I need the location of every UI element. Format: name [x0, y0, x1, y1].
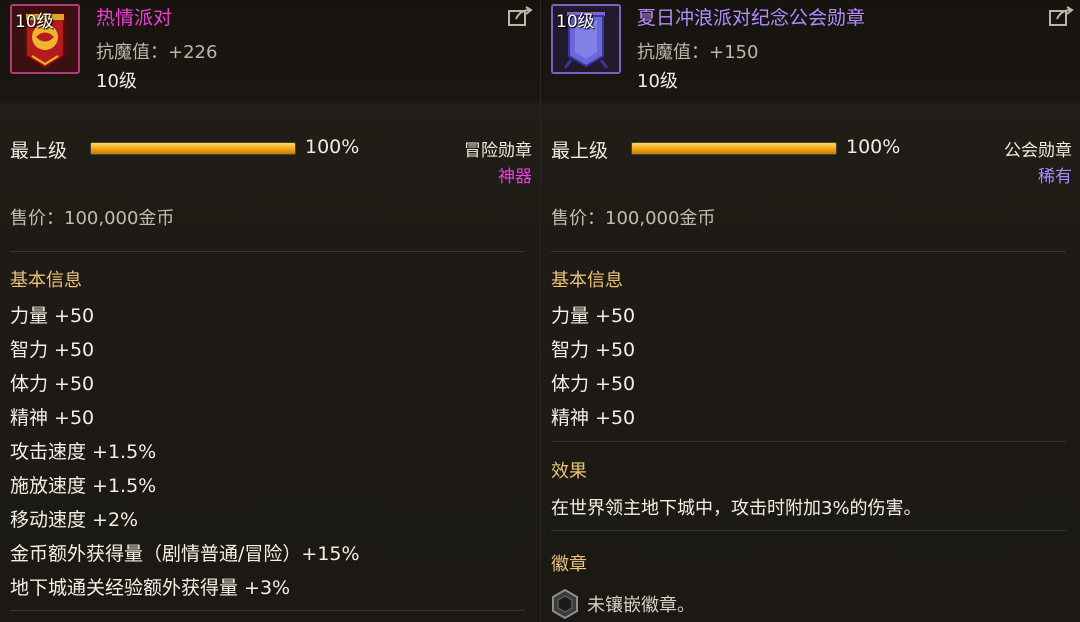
- grade-progress-bar: [90, 142, 296, 155]
- grade-percent: 100%: [305, 136, 360, 158]
- emblem-status: 未镶嵌徽章。: [587, 595, 695, 616]
- divider: [551, 441, 1066, 442]
- stat-list: 力量 +50 智力 +50 体力 +50 精神 +50 攻击速度 +1.5% 施…: [10, 303, 360, 609]
- item-tooltip-right: 10级 夏日冲浪派对纪念公会勋章 抗魔值：+150 10级 最上级 100% 公…: [540, 0, 1080, 622]
- item-name: 夏日冲浪派对纪念公会勋章: [637, 7, 866, 29]
- item-icon[interactable]: 10级: [551, 4, 621, 74]
- section-basic-info: 基本信息: [551, 270, 623, 291]
- divider: [10, 251, 525, 252]
- sell-price: 售价：100,000金币: [10, 208, 175, 229]
- item-rarity: 神器: [498, 167, 532, 187]
- item-rarity: 稀有: [1038, 167, 1072, 187]
- item-name: 热情派对: [96, 7, 173, 29]
- grade-percent: 100%: [846, 136, 901, 158]
- grade-progress-bar: [631, 142, 837, 155]
- item-tooltip-left: 10级 热情派对 抗魔值：+226 10级 最上级 100% 冒险勋章 神器 售…: [0, 0, 540, 622]
- emblem-slot[interactable]: 未镶嵌徽章。: [549, 587, 695, 621]
- sell-price: 售价：100,000金币: [551, 208, 716, 229]
- stat-line: 力量 +50: [10, 305, 95, 327]
- tooltip-header: 10级 热情派对 抗魔值：+226 10级: [0, 0, 540, 103]
- item-level: 10级: [637, 71, 678, 92]
- stat-line: 精神 +50: [10, 407, 95, 429]
- grade-progress-fill: [91, 143, 295, 154]
- divider: [551, 251, 1066, 252]
- stat-line: 施放速度 +1.5%: [10, 475, 157, 497]
- stat-line: 攻击速度 +1.5%: [10, 441, 157, 463]
- item-category: 冒险勋章: [464, 141, 532, 161]
- item-category: 公会勋章: [1004, 141, 1072, 161]
- resist-value: 抗魔值：+226: [96, 42, 218, 63]
- divider: [551, 530, 1066, 531]
- stat-line: 精神 +50: [551, 407, 636, 429]
- item-level: 10级: [96, 71, 137, 92]
- share-icon[interactable]: [508, 6, 534, 26]
- stat-line: 力量 +50: [551, 305, 636, 327]
- stat-line: 体力 +50: [551, 373, 636, 395]
- effect-text: 在世界领主地下城中，攻击时附加3%的伤害。: [551, 498, 922, 519]
- item-icon[interactable]: 10级: [10, 4, 80, 74]
- section-basic-info: 基本信息: [10, 270, 82, 291]
- section-effect: 效果: [551, 461, 587, 482]
- stat-line: 智力 +50: [551, 339, 636, 361]
- max-grade-label: 最上级: [10, 140, 68, 162]
- max-grade-label: 最上级: [551, 140, 609, 162]
- level-badge: 10级: [15, 12, 54, 32]
- section-emblem: 徽章: [551, 554, 587, 575]
- stat-line: 地下城通关经验额外获得量 +3%: [10, 577, 291, 599]
- stat-line: 金币额外获得量（剧情普通/冒险）+15%: [10, 543, 360, 565]
- divider: [10, 610, 525, 611]
- resist-value: 抗魔值：+150: [637, 42, 759, 63]
- tooltip-header: 10级 夏日冲浪派对纪念公会勋章 抗魔值：+150 10级: [541, 0, 1080, 103]
- stat-line: 体力 +50: [10, 373, 95, 395]
- stat-line: 移动速度 +2%: [10, 509, 139, 531]
- emblem-slot-icon: [552, 588, 578, 620]
- stat-line: 智力 +50: [10, 339, 95, 361]
- level-badge: 10级: [556, 12, 595, 32]
- grade-progress-fill: [632, 143, 836, 154]
- stat-list: 力量 +50 智力 +50 体力 +50 精神 +50: [551, 303, 635, 439]
- share-icon[interactable]: [1049, 6, 1075, 26]
